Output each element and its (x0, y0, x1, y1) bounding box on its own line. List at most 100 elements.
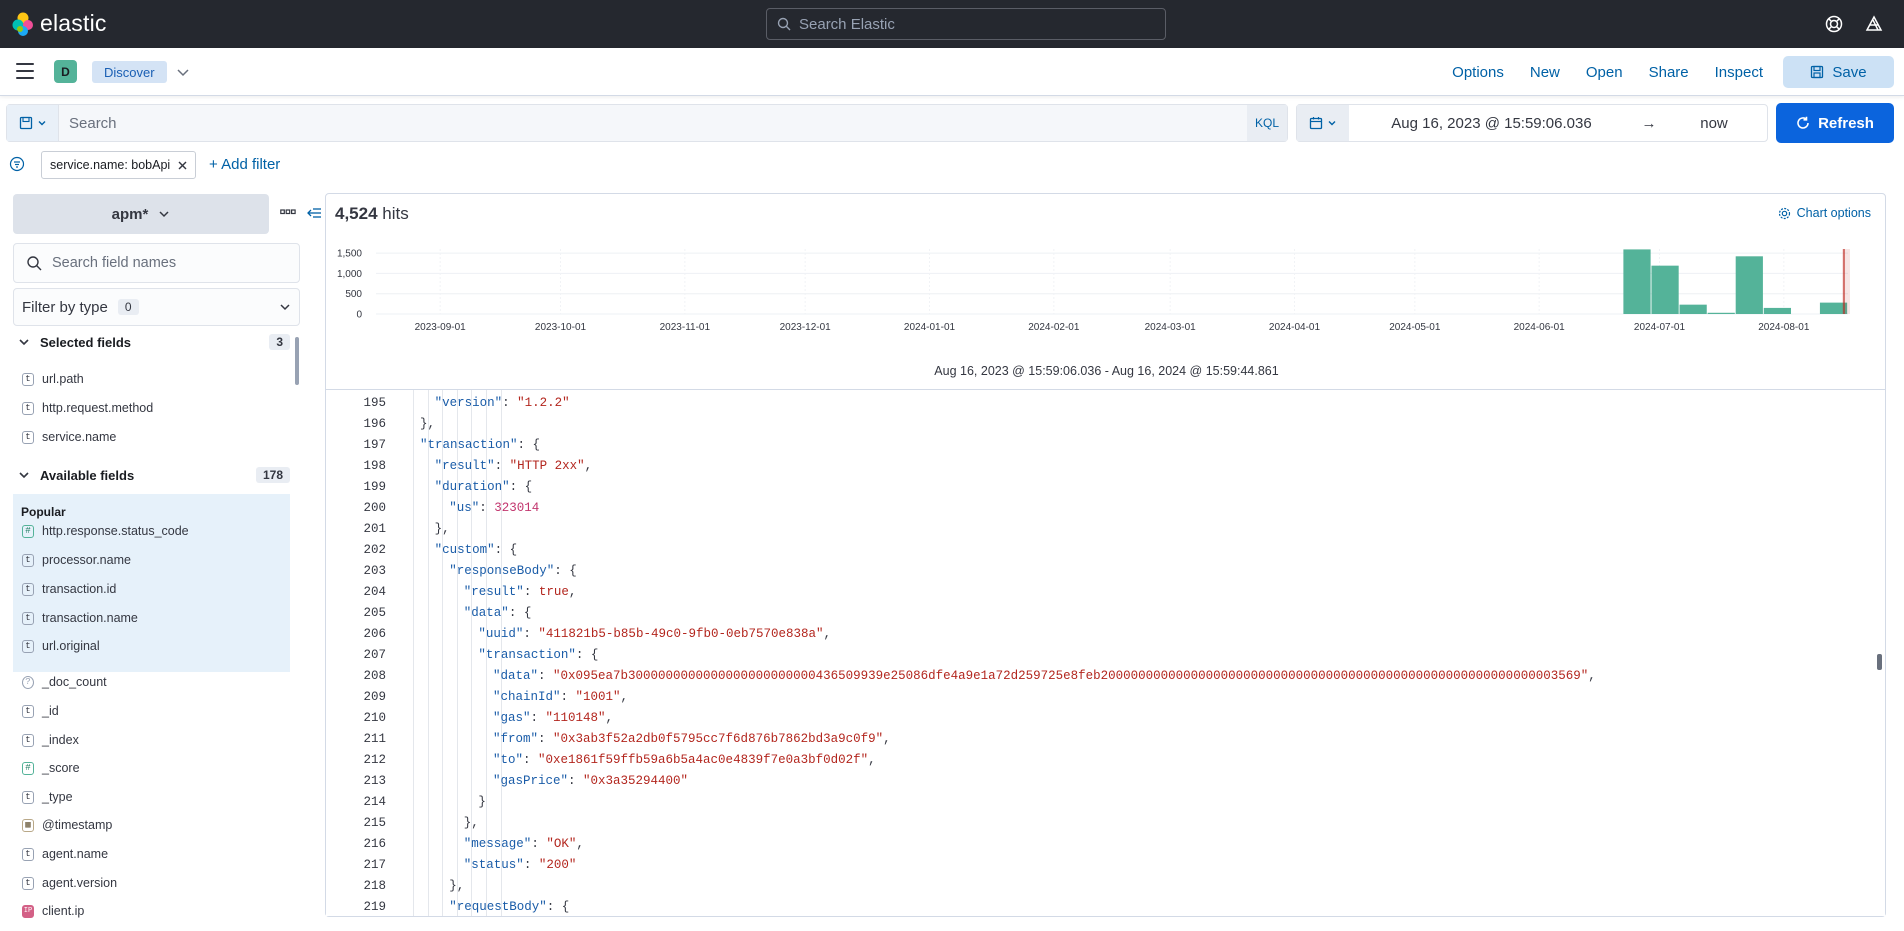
field-item[interactable]: t transaction.name (22, 611, 138, 625)
code-line: 207 "transaction": { (326, 644, 598, 665)
chevron-down-icon (19, 339, 29, 346)
field-item[interactable]: t processor.name (22, 553, 131, 567)
code-scrollbar[interactable] (1877, 654, 1882, 670)
code-line: 196}, (326, 413, 435, 434)
open-link[interactable]: Open (1586, 64, 1623, 81)
code-text: "version": "1.2.2" (435, 396, 570, 410)
query-input[interactable]: Search (59, 105, 1247, 141)
code-token: : (538, 668, 554, 683)
query-bar: Search KQL (6, 104, 1288, 142)
histogram-bar (1651, 265, 1679, 314)
field-item[interactable]: t _id (22, 704, 59, 718)
field-item[interactable]: t agent.version (22, 876, 117, 890)
news-feed-icon[interactable] (1864, 14, 1884, 34)
breadcrumb-discover[interactable]: Discover (92, 61, 167, 83)
field-item[interactable]: ▦ @timestamp (22, 818, 112, 832)
quick-select-button[interactable] (1297, 105, 1349, 141)
query-placeholder: Search (69, 114, 117, 132)
data-view-selector[interactable]: apm* (13, 194, 269, 234)
field-item[interactable]: t _type (22, 790, 73, 804)
field-item[interactable]: # _score (22, 761, 80, 775)
line-number: 199 (363, 479, 386, 494)
more-options-icon[interactable] (280, 206, 296, 218)
line-number: 197 (363, 437, 386, 452)
x-tick-label: 2023-09-01 (415, 322, 467, 333)
field-item[interactable]: t transaction.id (22, 582, 116, 596)
menu-toggle-button[interactable] (16, 63, 34, 79)
code-text: "us": 323014 (449, 501, 539, 515)
code-token: , (568, 584, 577, 599)
code-token: : (538, 731, 554, 746)
code-token: "transaction" (420, 437, 518, 452)
field-item[interactable]: # http.response.status_code (22, 524, 189, 538)
new-link[interactable]: New (1530, 64, 1560, 81)
code-token: }, (463, 815, 479, 830)
elastic-logo[interactable]: elastic (12, 10, 107, 37)
filter-by-type-button[interactable]: Filter by type 0 (13, 288, 300, 326)
start-date-button[interactable]: Aug 16, 2023 @ 15:59:06.036 (1349, 115, 1634, 132)
chevron-down-icon[interactable] (175, 64, 191, 80)
close-icon[interactable] (178, 161, 187, 170)
global-search-input[interactable]: Search Elastic (766, 8, 1166, 40)
filter-by-type-label: Filter by type (22, 298, 108, 316)
field-name: _index (42, 733, 79, 747)
collapse-sidebar-icon[interactable] (306, 205, 322, 221)
code-token: "411821b5-b85b-49c0-9fb0-0eb7570e838a" (538, 626, 824, 641)
field-item[interactable]: t url.path (22, 372, 84, 386)
available-fields-header[interactable]: Available fields 178 (18, 467, 290, 483)
unknown-type-icon: ? (22, 675, 34, 689)
histogram-bar (1623, 249, 1651, 314)
code-token: "requestBody" (449, 899, 547, 914)
field-item[interactable]: t service.name (22, 430, 116, 444)
field-name: http.response.status_code (42, 524, 189, 538)
code-text: "data": { (464, 606, 532, 620)
filter-menu-icon[interactable] (9, 156, 25, 172)
code-text: "data": "0x095ea7b3000000000000000000000… (493, 669, 1596, 683)
code-token: true (538, 584, 569, 599)
save-icon (1811, 65, 1824, 79)
code-line: 204 "result": true, (326, 581, 576, 602)
query-language-button[interactable]: KQL (1247, 105, 1287, 141)
x-tick-label: 2024-06-01 (1514, 322, 1566, 333)
code-text: "gasPrice": "0x3a35294400" (493, 774, 688, 788)
space-avatar[interactable]: D (54, 60, 77, 83)
filter-pill[interactable]: service.name: bobApi (41, 151, 197, 179)
code-token: : (530, 710, 546, 725)
save-button[interactable]: Save (1783, 56, 1894, 88)
add-filter-button[interactable]: + Add filter (209, 156, 280, 173)
field-name: client.ip (42, 904, 85, 918)
document-json-viewer[interactable]: 195 "version": "1.2.2" 196}, 197 "transactio… (326, 389, 1885, 916)
line-number: 209 (363, 689, 386, 704)
line-number: 210 (363, 710, 386, 725)
help-icon[interactable] (1824, 14, 1844, 34)
field-search-input[interactable]: Search field names (13, 243, 300, 283)
line-number: 204 (363, 584, 386, 599)
code-line: 219 "requestBody": { (326, 896, 569, 916)
x-tick-label: 2024-03-01 (1145, 322, 1197, 333)
code-line: 205 "data": { (326, 602, 531, 623)
selected-fields-header[interactable]: Selected fields 3 (18, 334, 290, 350)
refresh-button[interactable]: Refresh (1776, 103, 1894, 143)
results-panel: 4,524 hits Chart options 1,500 1,000 500 0 2… (325, 193, 1886, 917)
field-item[interactable]: t http.request.method (22, 401, 153, 415)
code-token: } (478, 794, 486, 809)
field-item[interactable]: t _index (22, 733, 79, 747)
line-number: 206 (363, 626, 386, 641)
sidebar-scrollbar[interactable] (295, 337, 299, 385)
code-token: : { (554, 563, 577, 578)
options-link[interactable]: Options (1452, 64, 1504, 81)
field-item[interactable]: IP client.ip (22, 904, 84, 918)
code-line: 217 "status": "200" (326, 854, 576, 875)
field-name: _type (42, 790, 73, 804)
line-number: 214 (363, 794, 386, 809)
inspect-link[interactable]: Inspect (1715, 64, 1763, 81)
field-item[interactable]: t agent.name (22, 847, 108, 861)
chevron-down-icon (1328, 121, 1336, 126)
top-nav-menu: Options New Open Share Inspect Save (1452, 48, 1904, 96)
end-date-button[interactable]: now (1664, 115, 1764, 132)
field-item[interactable]: t url.original (22, 639, 100, 653)
chart-options-button[interactable]: Chart options (1778, 206, 1871, 220)
share-link[interactable]: Share (1649, 64, 1689, 81)
saved-query-menu-button[interactable] (7, 105, 59, 141)
field-item[interactable]: ? _doc_count (22, 675, 107, 689)
